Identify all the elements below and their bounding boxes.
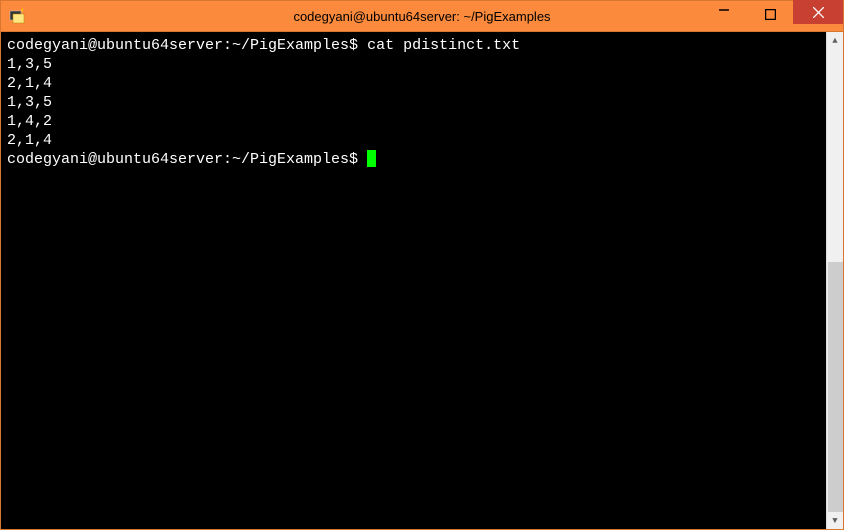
scroll-thumb[interactable] bbox=[828, 262, 843, 512]
terminal-window: codegyani@ubuntu64server: ~/PigExamples … bbox=[0, 0, 844, 530]
output-line: 2,1,4 bbox=[7, 132, 52, 149]
cursor bbox=[367, 150, 376, 167]
maximize-button[interactable] bbox=[747, 1, 793, 27]
scroll-up-arrow-icon[interactable]: ▲ bbox=[827, 32, 843, 49]
window-title: codegyani@ubuntu64server: ~/PigExamples bbox=[293, 9, 550, 24]
output-line: 1,3,5 bbox=[7, 56, 52, 73]
output-line: 2,1,4 bbox=[7, 75, 52, 92]
terminal-content[interactable]: codegyani@ubuntu64server:~/PigExamples$ … bbox=[1, 32, 826, 529]
shell-prompt: codegyani@ubuntu64server:~/PigExamples$ bbox=[7, 151, 358, 168]
output-line: 1,3,5 bbox=[7, 94, 52, 111]
titlebar[interactable]: codegyani@ubuntu64server: ~/PigExamples bbox=[1, 1, 843, 31]
output-line: 1,4,2 bbox=[7, 113, 52, 130]
close-button[interactable] bbox=[793, 0, 843, 24]
window-controls bbox=[701, 1, 843, 31]
shell-prompt: codegyani@ubuntu64server:~/PigExamples$ bbox=[7, 37, 358, 54]
scroll-down-arrow-icon[interactable]: ▼ bbox=[827, 512, 843, 529]
command-text: cat pdistinct.txt bbox=[367, 37, 520, 54]
app-icon bbox=[9, 8, 25, 24]
minimize-button[interactable] bbox=[701, 1, 747, 27]
vertical-scrollbar[interactable]: ▲ ▼ bbox=[826, 32, 843, 529]
terminal-area: codegyani@ubuntu64server:~/PigExamples$ … bbox=[1, 31, 843, 529]
